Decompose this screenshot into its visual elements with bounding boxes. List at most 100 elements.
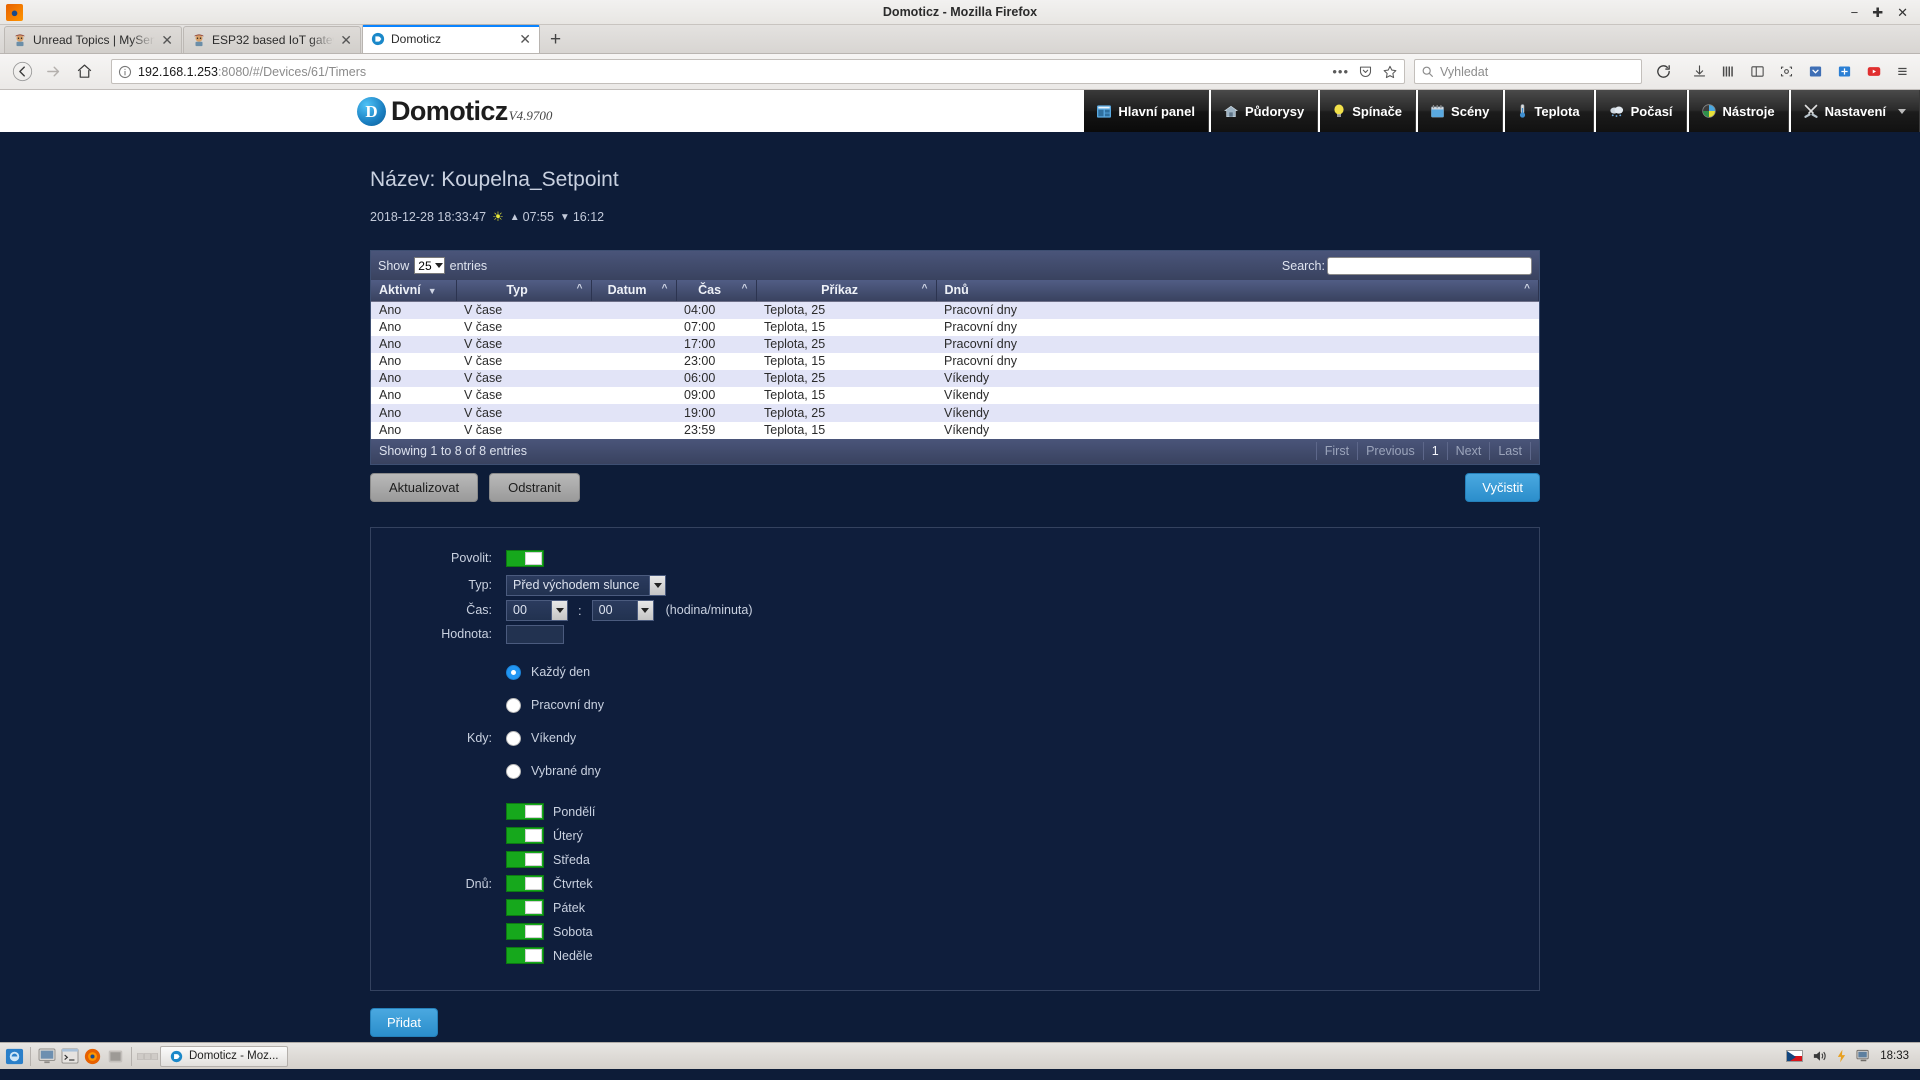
chevron-down-icon [1898, 108, 1906, 114]
close-button[interactable]: ✕ [1897, 0, 1908, 25]
screenshot-icon[interactable] [1777, 62, 1796, 81]
column-header-typ[interactable]: Typ ^ [456, 280, 592, 302]
pocket-icon[interactable] [1358, 64, 1373, 79]
tab-close-icon[interactable]: ✕ [519, 32, 531, 46]
sunset-time: 16:12 [572, 210, 605, 224]
sidebar-icon[interactable] [1748, 62, 1767, 81]
browser-tab-1[interactable]: Unread Topics | MySenso ✕ [4, 26, 182, 53]
new-tab-button[interactable]: + [541, 27, 570, 53]
back-button[interactable] [8, 59, 36, 85]
page-previous-button[interactable]: Previous [1357, 442, 1423, 461]
table-row[interactable]: Ano V čase 09:00 Teplota, 15 Víkendy [371, 387, 1539, 405]
home-button[interactable] [70, 59, 98, 85]
domoticz-logo[interactable]: D Domoticz V4.9700 [357, 96, 552, 127]
page-actions-icon[interactable]: ••• [1332, 64, 1349, 79]
day-toggle-nedele[interactable] [506, 947, 544, 965]
firefox-launcher-icon[interactable] [82, 1046, 103, 1067]
page-number-button[interactable]: 1 [1422, 442, 1447, 461]
terminal-launcher-icon[interactable] [59, 1046, 80, 1067]
reload-button[interactable] [1649, 59, 1677, 85]
value-input[interactable] [506, 624, 564, 644]
volume-icon[interactable] [1812, 1049, 1827, 1063]
timers-table: Aktivní ▼ Typ ^ Datum ^ Čas ^ Příkaz ^ Dnů ^ A… [371, 280, 1539, 439]
day-toggle-patek[interactable] [506, 899, 544, 917]
radio-vybrane-dny[interactable] [506, 763, 521, 779]
minimize-button[interactable]: − [1851, 0, 1859, 25]
day-toggle-sobota[interactable] [506, 923, 544, 941]
taskbar-window-button[interactable]: Domoticz - Moz... [160, 1045, 289, 1067]
media-launcher-icon[interactable] [105, 1046, 126, 1067]
cs-flag-icon[interactable] [1786, 1050, 1804, 1062]
minute-select[interactable]: 00 [591, 599, 654, 621]
update-button[interactable]: Aktualizovat [370, 472, 479, 502]
day-toggle-streda[interactable] [506, 851, 544, 869]
day-toggle-ctvrtek[interactable] [506, 875, 544, 893]
network-icon[interactable] [1856, 1049, 1871, 1063]
column-header-aktivni[interactable]: Aktivní ▼ [371, 280, 457, 302]
hour-select[interactable]: 00 [506, 599, 568, 621]
radio-vikendy[interactable] [506, 730, 521, 746]
radio-row-vikendy[interactable]: Kdy: Víkendy [371, 722, 1539, 755]
page-title: Název: Koupelna_Setpoint [370, 168, 619, 191]
nav-item-pudorysy[interactable]: Půdorysy [1210, 90, 1319, 132]
forward-button[interactable] [39, 59, 67, 85]
page-length-select[interactable]: 25 [414, 257, 445, 274]
datatable-search-input[interactable] [1327, 256, 1532, 275]
nav-item-teplota[interactable]: Teplota [1505, 90, 1594, 132]
nav-item-spinace[interactable]: Spínače [1320, 90, 1417, 132]
delete-button[interactable]: Odstranit [489, 472, 580, 502]
library-icon[interactable] [1719, 62, 1738, 81]
minute-value: 00 [598, 603, 613, 618]
tab-close-icon[interactable]: ✕ [340, 33, 352, 47]
browser-tab-3-active[interactable]: Domoticz ✕ [362, 24, 540, 53]
radio-row-kazdy-den[interactable]: Každý den [371, 656, 1539, 689]
toggle-knob [525, 901, 542, 915]
clear-button[interactable]: Vyčistit [1465, 472, 1540, 502]
tab-close-icon[interactable]: ✕ [161, 33, 173, 47]
page-first-button[interactable]: First [1315, 442, 1357, 461]
radio-pracovni-dny[interactable] [506, 697, 521, 713]
star-icon[interactable] [1382, 64, 1398, 80]
nav-item-sceny[interactable]: Scény [1418, 90, 1504, 132]
table-row[interactable]: Ano V čase 17:00 Teplota, 25 Pracovní dn… [371, 335, 1539, 353]
column-header-datum[interactable]: Datum ^ [591, 280, 677, 302]
day-toggle-utery[interactable] [506, 827, 544, 845]
day-toggle-pondeli[interactable] [506, 803, 544, 821]
add-button[interactable]: Přidat [370, 1007, 438, 1037]
pocket-save-icon[interactable] [1806, 62, 1825, 81]
youtube-icon[interactable] [1864, 62, 1883, 81]
address-bar[interactable]: 192.168.1.253:8080/#/Devices/61/Timers •… [111, 59, 1405, 84]
table-row[interactable]: Ano V čase 19:00 Teplota, 25 Víkendy [371, 404, 1539, 422]
table-row[interactable]: Ano V čase 06:00 Teplota, 25 Víkendy [371, 370, 1539, 388]
type-select[interactable]: Před východem slunce [506, 574, 666, 596]
files-launcher-icon[interactable] [4, 1046, 25, 1067]
column-header-dnu[interactable]: Dnů ^ [936, 280, 1539, 302]
column-header-cas[interactable]: Čas ^ [676, 280, 757, 302]
radio-row-pracovni-dny[interactable]: Pracovní dny [371, 689, 1539, 722]
nav-item-nastaveni[interactable]: Nastavení [1790, 90, 1920, 132]
column-header-prikaz[interactable]: Příkaz ^ [756, 280, 937, 302]
container-icon[interactable] [1835, 62, 1854, 81]
power-icon[interactable] [1836, 1049, 1847, 1063]
table-row[interactable]: Ano V čase 07:00 Teplota, 15 Pracovní dn… [371, 318, 1539, 336]
nav-item-nastroje[interactable]: Nástroje [1688, 90, 1789, 132]
radio-row-vybrane-dny[interactable]: Vybrané dny [371, 755, 1539, 788]
workspace-switcher-icon[interactable] [137, 1046, 158, 1067]
info-circle-icon[interactable] [118, 65, 132, 79]
download-icon[interactable] [1690, 62, 1709, 81]
table-row[interactable]: Ano V čase 23:00 Teplota, 15 Pracovní dn… [371, 352, 1539, 371]
page-next-button[interactable]: Next [1446, 442, 1490, 461]
enable-toggle[interactable] [506, 549, 544, 567]
search-bar[interactable]: Vyhledat [1414, 59, 1642, 84]
table-row[interactable]: Ano V čase 23:59 Teplota, 15 Víkendy [371, 421, 1539, 439]
maximize-button[interactable]: ✚ [1872, 0, 1883, 25]
cell-datum [591, 318, 676, 336]
radio-kazdy-den[interactable] [506, 664, 521, 680]
app-menu-button[interactable]: ≡ [1893, 62, 1912, 81]
page-last-button[interactable]: Last [1489, 442, 1531, 461]
nav-item-hlavni-panel[interactable]: Hlavní panel [1084, 90, 1209, 132]
browser-tab-2[interactable]: ESP32 based IoT gatewa ✕ [183, 26, 361, 53]
nav-item-pocasi[interactable]: Počasí [1595, 90, 1687, 132]
table-row[interactable]: Ano V čase 04:00 Teplota, 25 Pracovní dn… [371, 301, 1539, 319]
screen-launcher-icon[interactable] [36, 1046, 57, 1067]
